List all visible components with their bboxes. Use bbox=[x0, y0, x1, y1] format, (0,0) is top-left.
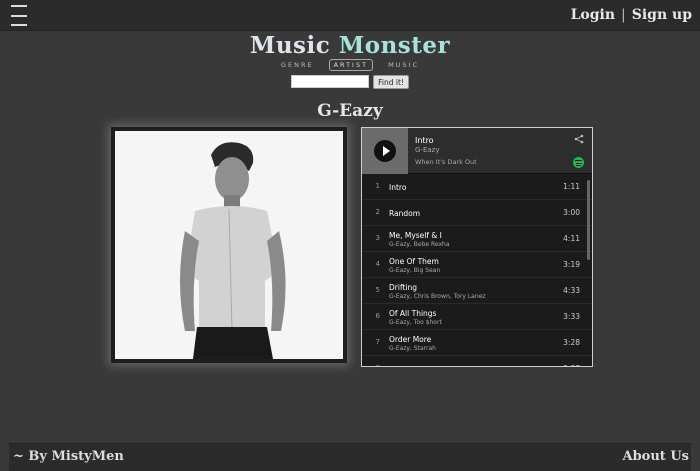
site-title[interactable]: Music Monster bbox=[0, 31, 700, 61]
track-duration: 1:11 bbox=[563, 182, 580, 191]
track-number: 3 bbox=[375, 234, 380, 242]
track-artists: G-Eazy, Too $hort bbox=[389, 319, 442, 326]
artist-name: G-Eazy bbox=[317, 101, 383, 121]
album-cover bbox=[362, 128, 408, 174]
track-duration: 3:28 bbox=[563, 338, 580, 347]
track-row[interactable]: 3 Me, Myself & I G-Eazy, Bebe Rexha 4:11 bbox=[362, 226, 592, 252]
play-icon[interactable] bbox=[374, 140, 396, 162]
spotify-player: Intro G-Eazy When It's Dark Out 1 Intro 1:… bbox=[361, 127, 593, 367]
track-list: 1 Intro 1:11 2 Random 3:00 3 Me, Myself & I G-Ea… bbox=[362, 174, 592, 366]
site-title-part2: Monster bbox=[338, 32, 451, 59]
tracklist-scrollbar[interactable] bbox=[587, 180, 590, 260]
search-form: Find it! bbox=[0, 75, 700, 89]
artist-photo-illustration bbox=[115, 131, 343, 359]
brand-block: Music Monster GENRE ARTIST MUSIC Find it… bbox=[0, 31, 700, 89]
track-title: Drifting bbox=[389, 283, 417, 292]
footer-credit: ~ By MistyMen bbox=[13, 449, 124, 464]
track-title: Me, Myself & I bbox=[389, 231, 442, 240]
tab-music[interactable]: MUSIC bbox=[383, 59, 424, 71]
about-link[interactable]: About Us bbox=[623, 449, 690, 464]
login-link[interactable]: Login bbox=[571, 7, 615, 23]
track-number: 1 bbox=[375, 182, 380, 190]
spotify-icon[interactable] bbox=[573, 157, 584, 168]
track-title: Intro bbox=[389, 183, 407, 192]
top-bar: Login | Sign up bbox=[0, 0, 700, 31]
track-number: 5 bbox=[375, 286, 380, 294]
track-row[interactable]: 4 One Of Them G-Eazy, Big Sean 3:19 bbox=[362, 252, 592, 278]
track-number: 7 bbox=[375, 338, 380, 346]
track-title: Random bbox=[389, 209, 421, 218]
track-duration: 3:37 bbox=[563, 364, 580, 366]
track-title: Order More bbox=[389, 335, 432, 344]
track-number: 6 bbox=[375, 312, 380, 320]
track-artists: G-Eazy, Bebe Rexha bbox=[389, 241, 450, 248]
now-playing: Intro G-Eazy When It's Dark Out bbox=[362, 128, 592, 174]
track-number: 4 bbox=[375, 260, 380, 268]
track-artists: G-Eazy, Big Sean bbox=[389, 267, 441, 274]
track-duration: 3:33 bbox=[563, 312, 580, 321]
track-row[interactable]: 7 Order More G-Eazy, Starrah 3:28 bbox=[362, 330, 592, 356]
track-title: Of All Things bbox=[389, 309, 437, 318]
auth-separator: | bbox=[621, 7, 626, 23]
footer-bar: ~ By MistyMen About Us bbox=[9, 443, 691, 471]
track-duration: 4:33 bbox=[563, 286, 580, 295]
track-row[interactable]: 2 Random 3:00 bbox=[362, 200, 592, 226]
now-playing-title: Intro bbox=[415, 136, 434, 145]
track-row[interactable]: 8 Calm Down 3:37 bbox=[362, 356, 592, 366]
find-button[interactable]: Find it! bbox=[373, 75, 409, 89]
now-playing-album: When It's Dark Out bbox=[415, 158, 477, 166]
track-duration: 3:00 bbox=[563, 208, 580, 217]
category-tabs: GENRE ARTIST MUSIC bbox=[0, 59, 700, 71]
auth-links: Login | Sign up bbox=[571, 7, 692, 23]
track-duration: 4:11 bbox=[563, 234, 580, 243]
search-input[interactable] bbox=[291, 75, 370, 88]
signup-link[interactable]: Sign up bbox=[632, 7, 692, 23]
track-number: 2 bbox=[375, 208, 380, 216]
track-title: Calm Down bbox=[389, 365, 432, 366]
track-duration: 3:19 bbox=[563, 260, 580, 269]
hamburger-icon[interactable] bbox=[11, 5, 27, 26]
track-artists: G-Eazy, Starrah bbox=[389, 345, 436, 352]
track-row[interactable]: 6 Of All Things G-Eazy, Too $hort 3:33 bbox=[362, 304, 592, 330]
track-row[interactable]: 1 Intro 1:11 bbox=[362, 174, 592, 200]
artist-photo bbox=[111, 127, 347, 363]
track-number: 8 bbox=[372, 364, 380, 366]
tab-artist[interactable]: ARTIST bbox=[328, 59, 374, 71]
track-row[interactable]: 5 Drifting G-Eazy, Chris Brown, Tory Lanez… bbox=[362, 278, 592, 304]
track-artists: G-Eazy, Chris Brown, Tory Lanez bbox=[389, 293, 486, 300]
track-title: One Of Them bbox=[389, 257, 439, 266]
tab-genre[interactable]: GENRE bbox=[276, 59, 319, 71]
site-title-part1: Music bbox=[249, 32, 331, 59]
share-icon[interactable] bbox=[574, 134, 584, 144]
now-playing-artist: G-Eazy bbox=[415, 146, 440, 154]
